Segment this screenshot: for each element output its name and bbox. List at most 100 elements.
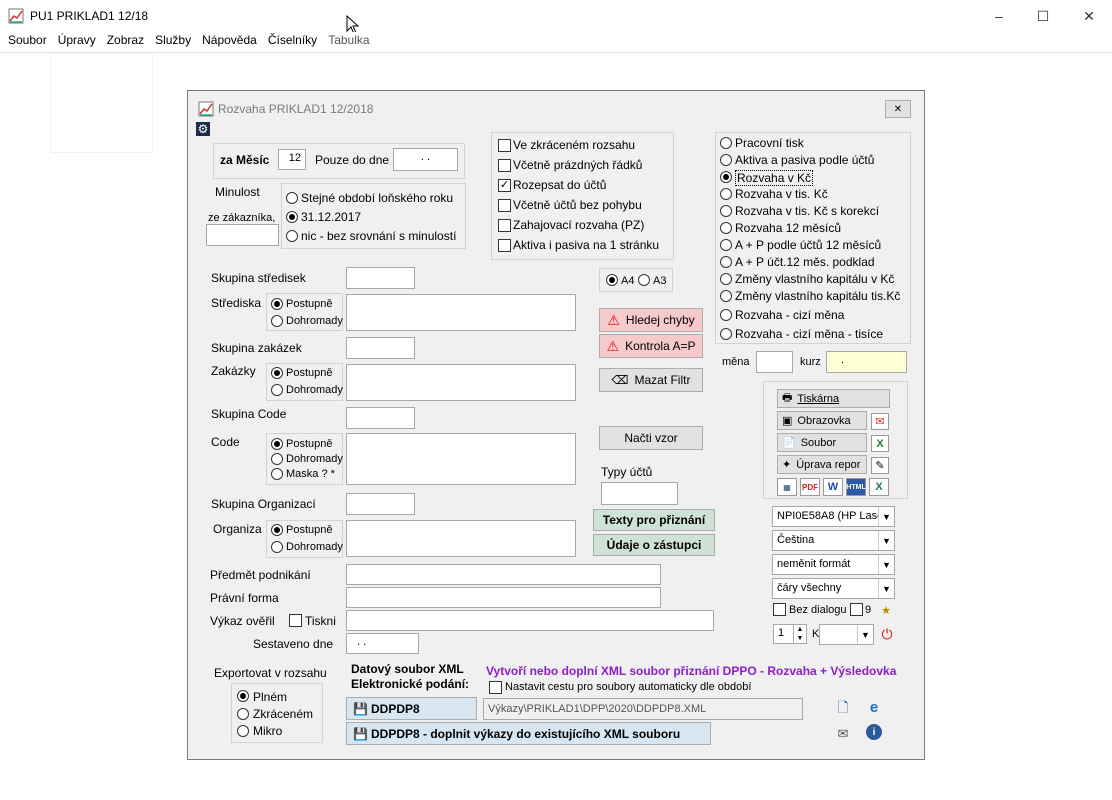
sestaveno-input[interactable]: . . [346, 633, 419, 654]
dialog-close-button[interactable]: ✕ [885, 100, 911, 118]
menu-sluzby[interactable]: Služby [155, 32, 191, 52]
check-jedna-stranka[interactable] [498, 239, 511, 252]
edit-report-icon[interactable]: ✎ [871, 457, 889, 474]
format-select[interactable]: neměnit formát ▼ [772, 554, 895, 575]
tiskarna-button[interactable]: 🖶 Tiskárna [777, 389, 890, 408]
zakazky-input[interactable] [346, 364, 576, 401]
kurz-input[interactable]: . [826, 351, 907, 373]
soubor-button[interactable]: 📄 Soubor [777, 433, 867, 452]
report-type-radio-2[interactable] [720, 171, 732, 183]
copies-input[interactable]: 1 [773, 624, 795, 644]
menu-soubor[interactable]: Soubor [8, 32, 47, 52]
only-to-input[interactable]: . . [393, 148, 458, 171]
skupina-org-input[interactable] [346, 493, 415, 515]
organizace-input[interactable] [346, 520, 576, 557]
predmet-input[interactable] [346, 564, 661, 585]
code-dohromady-radio[interactable] [271, 453, 283, 465]
language-select[interactable]: Čeština ▼ [772, 530, 895, 551]
maximize-button[interactable]: ☐ [1020, 0, 1066, 32]
hledej-chyby-button[interactable]: ⚠ Hledej chyby [599, 308, 703, 332]
strediska-postupne-radio[interactable] [271, 298, 283, 310]
minimize-button[interactable]: – [976, 0, 1022, 32]
printer-select[interactable]: NPI0E58A8 (HP Lase ▼ [772, 506, 895, 527]
nacti-vzor-button[interactable]: Načti vzor [599, 426, 703, 450]
html-icon[interactable]: HTML [846, 478, 866, 496]
lines-select[interactable]: čáry všechny ▼ [772, 578, 895, 599]
zakazky-dohromady-radio[interactable] [271, 384, 283, 396]
report-type-radio-6[interactable] [720, 239, 732, 251]
ddpdp8-append-button[interactable]: 💾 DDPDP8 - doplnit výkazy do existujícího… [346, 722, 711, 745]
strediska-input[interactable] [346, 294, 576, 331]
power-icon[interactable]: ⏻ [879, 626, 895, 642]
auto-path-check[interactable] [489, 681, 502, 694]
menu-napoveda[interactable]: Nápověda [202, 32, 257, 52]
check-bez-pohybu[interactable] [498, 199, 511, 212]
strediska-dohromady-radio[interactable] [271, 315, 283, 327]
internet-explorer-icon[interactable]: e [866, 699, 882, 716]
export-plnem-radio[interactable] [237, 690, 249, 702]
check-zkraceny[interactable] [498, 139, 511, 152]
zakazky-postupne-radio[interactable] [271, 367, 283, 379]
word-icon[interactable]: W [823, 478, 843, 496]
report-type-radio-8[interactable] [720, 273, 732, 285]
paper-a3-radio[interactable] [638, 274, 650, 286]
texty-priznani-button[interactable]: Texty pro přiznání [593, 509, 715, 531]
table-icon[interactable]: ▦ [777, 478, 797, 496]
close-button[interactable]: ✕ [1066, 0, 1112, 32]
menu-tabulka[interactable]: Tabulka [328, 32, 369, 52]
menu-upravy[interactable]: Úpravy [58, 32, 96, 52]
udaje-zastupci-button[interactable]: Údaje o zástupci [593, 534, 715, 556]
check-zahajovaci[interactable] [498, 219, 511, 232]
vykaz-overil-input[interactable] [346, 610, 714, 631]
menu-zobraz[interactable]: Zobraz [107, 32, 144, 52]
info-icon[interactable]: i [866, 724, 882, 740]
uprava-reportu-button[interactable]: ✦ Úprava repor [777, 455, 867, 474]
report-type-radio-11[interactable] [720, 328, 732, 340]
code-input[interactable] [346, 433, 576, 485]
xml-path-input[interactable]: Výkazy\PRIKLAD1\DPP\2020\DDPDP8.XML [483, 698, 803, 720]
paper-a4-radio[interactable] [606, 274, 618, 286]
report-type-radio-9[interactable] [720, 290, 732, 302]
nine-check[interactable] [850, 603, 863, 616]
menu-ciselniky[interactable]: Číselníky [268, 32, 317, 52]
export-zkracenem-radio[interactable] [237, 708, 249, 720]
skupina-zakazek-input[interactable] [346, 337, 415, 359]
report-type-radio-7[interactable] [720, 256, 732, 268]
pdf-icon[interactable]: PDF [800, 478, 820, 496]
tiskni-check[interactable] [289, 614, 302, 627]
report-type-radio-0[interactable] [720, 137, 732, 149]
excel-export-icon[interactable]: X [869, 478, 889, 496]
skupina-code-input[interactable] [346, 407, 415, 429]
minulost-radio-same[interactable] [286, 192, 298, 204]
skupina-stredisek-input[interactable] [346, 267, 415, 289]
code-postupne-radio[interactable] [271, 438, 283, 450]
settings-wand-icon[interactable]: ★ [878, 602, 894, 618]
k-select[interactable]: ▼ [819, 624, 874, 645]
mena-input[interactable] [756, 351, 793, 373]
report-type-radio-4[interactable] [720, 205, 732, 217]
kontrola-button[interactable]: ⚠ Kontrola A=P [599, 334, 703, 358]
check-prazdne[interactable] [498, 159, 511, 172]
pravni-forma-input[interactable] [346, 587, 661, 608]
minulost-radio-date[interactable] [286, 211, 298, 223]
report-type-radio-5[interactable] [720, 222, 732, 234]
gear-icon[interactable]: ⚙ [196, 122, 210, 136]
report-type-radio-10[interactable] [720, 309, 732, 321]
bez-dialogu-check[interactable] [773, 603, 786, 616]
month-input[interactable]: 12 [278, 149, 306, 170]
report-type-radio-1[interactable] [720, 154, 732, 166]
check-rozepsat[interactable]: ✓ [498, 179, 511, 192]
customer-input[interactable] [206, 224, 279, 246]
copy-icon[interactable]: 🗋 [835, 699, 851, 717]
ddpdp8-button[interactable]: 💾 DDPDP8 [346, 697, 477, 720]
excel-icon[interactable]: X [871, 435, 889, 452]
obrazovka-button[interactable]: ▣ Obrazovka [777, 411, 867, 430]
code-maska-radio[interactable] [271, 468, 283, 480]
organizace-postupne-radio[interactable] [271, 524, 283, 536]
mazat-filtr-button[interactable]: ⌫ Mazat Filtr [599, 368, 703, 392]
email-icon[interactable]: ✉ [835, 726, 851, 742]
report-type-radio-3[interactable] [720, 188, 732, 200]
export-mikro-radio[interactable] [237, 725, 249, 737]
minulost-radio-none[interactable] [286, 230, 298, 242]
organizace-dohromady-radio[interactable] [271, 541, 283, 553]
